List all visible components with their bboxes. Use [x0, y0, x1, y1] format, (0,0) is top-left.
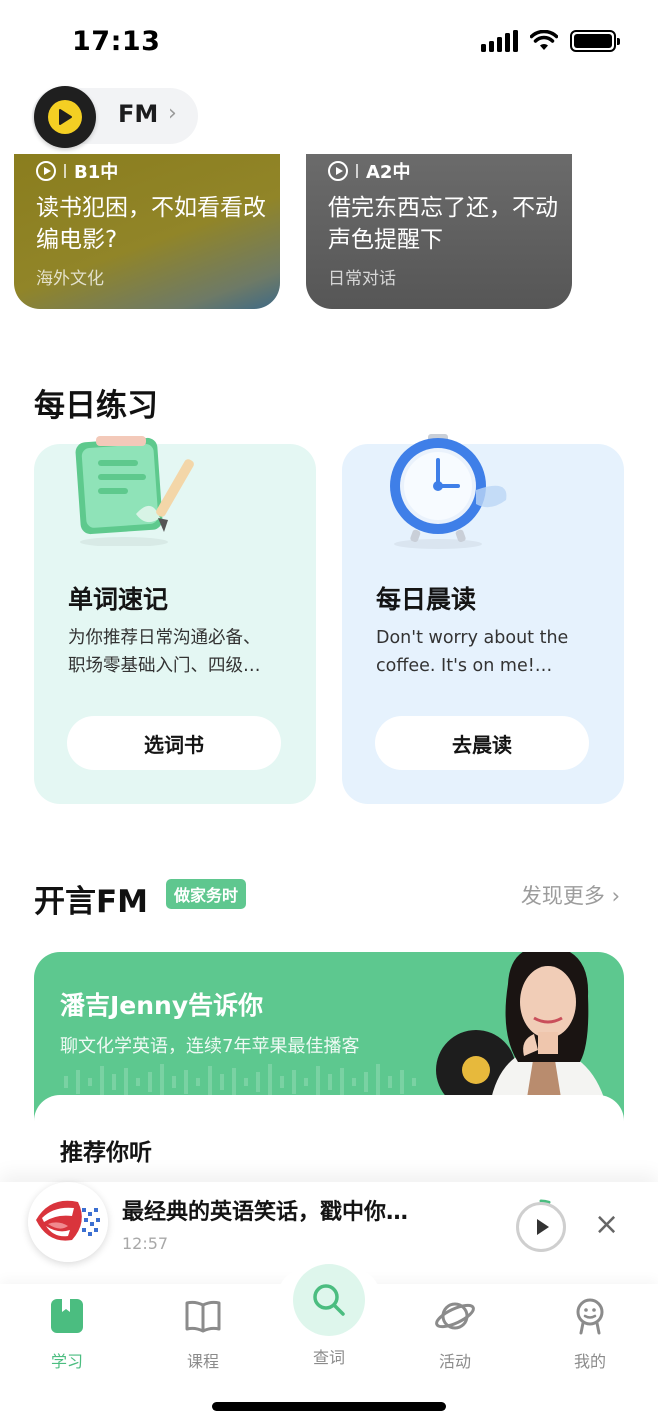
- scene-badge: 做家务时: [166, 879, 247, 909]
- chevron-right-icon: ›: [168, 101, 177, 126]
- tab-label: 查词: [312, 1348, 345, 1367]
- episode-cover: [28, 1182, 108, 1262]
- fm-disc-icon: [34, 86, 96, 148]
- close-icon[interactable]: ×: [594, 1210, 619, 1240]
- tab-courses[interactable]: 课程: [158, 1296, 248, 1372]
- play-button[interactable]: [516, 1202, 566, 1252]
- discover-more-link[interactable]: 发现更多 ›: [521, 880, 620, 910]
- level-label: A2中: [366, 162, 411, 183]
- podcast-subtitle: 聊文化学英语，连续7年苹果最佳播客: [60, 1036, 360, 1057]
- card-desc-line: Don't worry about the: [376, 628, 569, 648]
- podcast-title: 潘吉Jenny告诉你: [60, 991, 264, 1020]
- search-icon: [313, 1284, 345, 1316]
- play-icon: [36, 161, 56, 181]
- card-title: 借完东西忘了还，不动声色提醒下: [328, 195, 558, 253]
- card-meta: A2中: [328, 158, 410, 184]
- tab-label: 课程: [186, 1352, 219, 1371]
- card-desc: Don't worry about the coffee. It's on me…: [376, 624, 608, 680]
- lesson-card[interactable]: A2中 借完东西忘了还，不动声色提醒下 日常对话: [306, 154, 572, 309]
- status-icons: [481, 30, 620, 52]
- battery-icon: [570, 30, 620, 52]
- episode-title: 最经典的英语笑话，戳中你…: [122, 1200, 409, 1225]
- fm-entry-button[interactable]: FM ›: [32, 86, 198, 148]
- card-desc-line: 职场零基础入门、四级…: [68, 656, 261, 676]
- episode-time: 12:57: [122, 1234, 169, 1253]
- search-icon-button[interactable]: [293, 1264, 365, 1336]
- go-morning-reading-button[interactable]: 去晨读: [375, 716, 589, 770]
- vocab-card[interactable]: 单词速记 为你推荐日常沟通必备、 职场零基础入门、四级… 选词书: [34, 436, 316, 804]
- recommend-title: 推荐你听: [60, 1140, 152, 1166]
- planet-icon: [435, 1302, 475, 1330]
- chevron-right-icon: ›: [611, 884, 620, 908]
- discover-more-label: 发现更多: [520, 884, 605, 908]
- laughing-mouth-icon: [28, 1182, 108, 1262]
- tab-activities[interactable]: 活动: [410, 1296, 500, 1372]
- status-bar: 17:13: [0, 0, 658, 84]
- card-tag: 日常对话: [328, 269, 396, 289]
- section-title-daily-practice: 每日练习: [34, 388, 158, 424]
- morning-reading-card[interactable]: 每日晨读 Don't worry about the coffee. It's …: [342, 434, 624, 804]
- home-indicator: [212, 1402, 446, 1411]
- level-label: B1中: [74, 162, 119, 183]
- profile-icon: [576, 1298, 604, 1335]
- tab-label: 学习: [50, 1352, 83, 1371]
- card-title: 每日晨读: [376, 585, 477, 614]
- card-tag: 海外文化: [36, 269, 104, 289]
- status-time: 17:13: [72, 26, 161, 57]
- tab-label: 活动: [438, 1352, 471, 1371]
- signal-icon: [481, 30, 518, 52]
- card-title: 读书犯困，不如看看改编电影?: [36, 195, 266, 253]
- fm-label: FM: [118, 100, 159, 128]
- card-desc-line: 为你推荐日常沟通必备、: [68, 628, 261, 648]
- section-title-kaiyan-fm: 开言FM: [34, 884, 149, 920]
- lesson-card[interactable]: B1中 读书犯困，不如看看改编电影? 海外文化: [14, 154, 280, 309]
- clock-icon: [390, 434, 507, 549]
- book-filled-icon: [51, 1299, 83, 1333]
- wifi-icon: [530, 30, 558, 50]
- card-desc: 为你推荐日常沟通必备、 职场零基础入门、四级…: [68, 624, 300, 680]
- card-desc-line: coffee. It's on me!…: [376, 656, 553, 676]
- clipboard-icon: [75, 436, 194, 546]
- play-icon: [328, 161, 348, 181]
- choose-wordbook-button[interactable]: 选词书: [67, 716, 281, 770]
- open-book-icon: [185, 1300, 221, 1333]
- tab-label: 我的: [573, 1352, 606, 1371]
- tab-profile[interactable]: 我的: [545, 1296, 635, 1372]
- tab-lookup[interactable]: 查词: [284, 1344, 374, 1368]
- host-portrait: [436, 952, 606, 1104]
- tab-study[interactable]: 学习: [22, 1296, 112, 1372]
- card-title: 单词速记: [68, 585, 169, 614]
- card-meta: B1中: [36, 158, 118, 184]
